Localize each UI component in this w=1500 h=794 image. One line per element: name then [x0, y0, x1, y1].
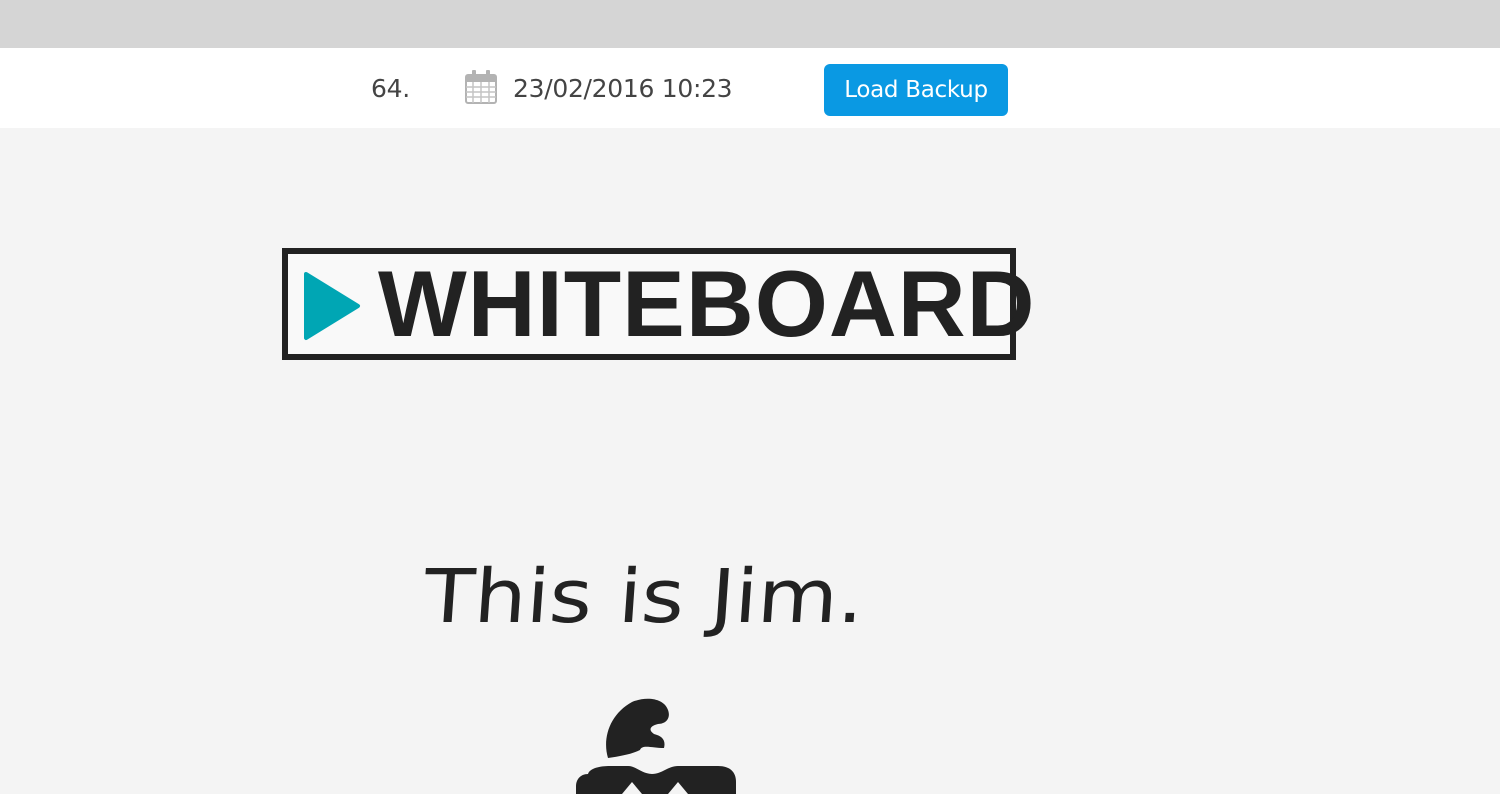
backup-index: 64.	[371, 74, 410, 103]
jim-figure	[576, 698, 736, 794]
browser-top-strip	[0, 0, 1500, 48]
whiteboard-canvas[interactable]: WHITEBOARD This is Jim.	[0, 128, 1500, 794]
play-triangle-icon	[302, 270, 362, 342]
logo-text: WHITEBOARD	[378, 251, 1036, 356]
handwritten-caption: This is Jim.	[424, 554, 867, 640]
backup-date: 23/02/2016 10:23	[513, 74, 733, 103]
jim-head	[606, 698, 669, 758]
backup-bar: 64. 23/02/2016 10:23 Load Backup	[0, 48, 1500, 128]
load-backup-button[interactable]: Load Backup	[824, 64, 1008, 116]
caption-text: This is Jim.	[424, 554, 867, 640]
jim-body	[576, 766, 736, 794]
calendar-icon	[465, 70, 497, 104]
whiteboard-logo: WHITEBOARD	[282, 248, 1035, 360]
